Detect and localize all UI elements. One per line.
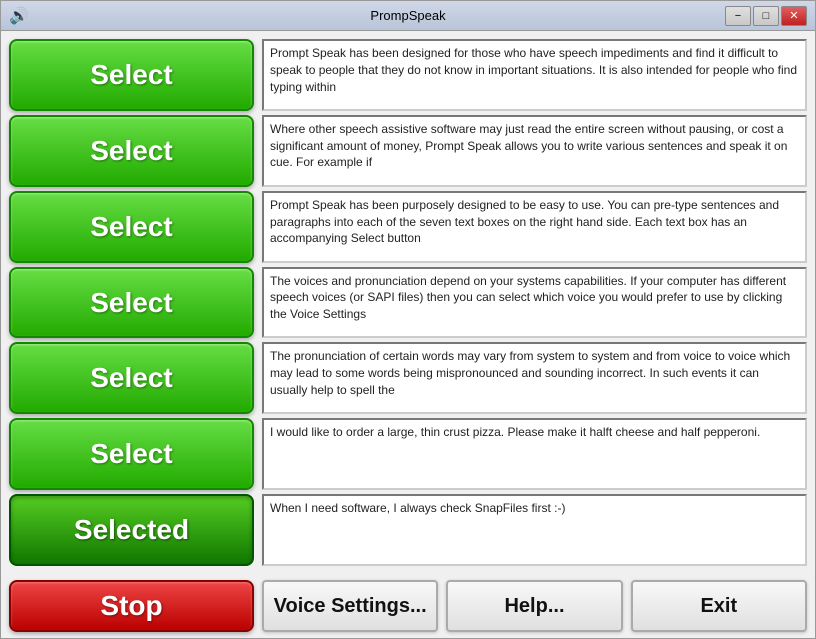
exit-button[interactable]: Exit bbox=[631, 580, 807, 632]
window-title: PrompSpeak bbox=[370, 8, 445, 23]
text-area-wrapper-2: Where other speech assistive software ma… bbox=[262, 115, 807, 187]
select-button-4[interactable]: Select bbox=[9, 267, 254, 339]
text-input-6[interactable]: I would like to order a large, thin crus… bbox=[262, 418, 807, 490]
voice-settings-button[interactable]: Voice Settings... bbox=[262, 580, 438, 632]
main-content: Select Prompt Speak has been designed fo… bbox=[1, 31, 815, 574]
text-area-wrapper-6: I would like to order a large, thin crus… bbox=[262, 418, 807, 490]
minimize-button[interactable]: − bbox=[725, 6, 751, 26]
text-input-2[interactable]: Where other speech assistive software ma… bbox=[262, 115, 807, 187]
text-input-4[interactable]: The voices and pronunciation depend on y… bbox=[262, 267, 807, 339]
app-icon: 🔊 bbox=[9, 8, 25, 24]
text-area-wrapper-4: The voices and pronunciation depend on y… bbox=[262, 267, 807, 339]
row-1: Select Prompt Speak has been designed fo… bbox=[9, 39, 807, 111]
row-7: Selected When I need software, I always … bbox=[9, 494, 807, 566]
maximize-button[interactable]: □ bbox=[753, 6, 779, 26]
main-window: 🔊 PrompSpeak − □ ✕ Select Prompt Speak h… bbox=[0, 0, 816, 639]
row-3: Select Prompt Speak has been purposely d… bbox=[9, 191, 807, 263]
text-input-1[interactable]: Prompt Speak has been designed for those… bbox=[262, 39, 807, 111]
text-input-7[interactable]: When I need software, I always check Sna… bbox=[262, 494, 807, 566]
text-area-wrapper-3: Prompt Speak has been purposely designed… bbox=[262, 191, 807, 263]
text-area-wrapper-5: The pronunciation of certain words may v… bbox=[262, 342, 807, 414]
text-area-wrapper-1: Prompt Speak has been designed for those… bbox=[262, 39, 807, 111]
selected-button-7[interactable]: Selected bbox=[9, 494, 254, 566]
row-2: Select Where other speech assistive soft… bbox=[9, 115, 807, 187]
select-button-2[interactable]: Select bbox=[9, 115, 254, 187]
bottom-bar: Stop Voice Settings... Help... Exit bbox=[1, 574, 815, 638]
text-input-3[interactable]: Prompt Speak has been purposely designed… bbox=[262, 191, 807, 263]
stop-button[interactable]: Stop bbox=[9, 580, 254, 632]
row-4: Select The voices and pronunciation depe… bbox=[9, 267, 807, 339]
text-area-wrapper-7: When I need software, I always check Sna… bbox=[262, 494, 807, 566]
select-button-1[interactable]: Select bbox=[9, 39, 254, 111]
help-button[interactable]: Help... bbox=[446, 580, 622, 632]
select-button-6[interactable]: Select bbox=[9, 418, 254, 490]
titlebar: 🔊 PrompSpeak − □ ✕ bbox=[1, 1, 815, 31]
row-5: Select The pronunciation of certain word… bbox=[9, 342, 807, 414]
close-button[interactable]: ✕ bbox=[781, 6, 807, 26]
select-button-3[interactable]: Select bbox=[9, 191, 254, 263]
window-controls: − □ ✕ bbox=[725, 6, 807, 26]
select-button-5[interactable]: Select bbox=[9, 342, 254, 414]
row-6: Select I would like to order a large, th… bbox=[9, 418, 807, 490]
text-input-5[interactable]: The pronunciation of certain words may v… bbox=[262, 342, 807, 414]
